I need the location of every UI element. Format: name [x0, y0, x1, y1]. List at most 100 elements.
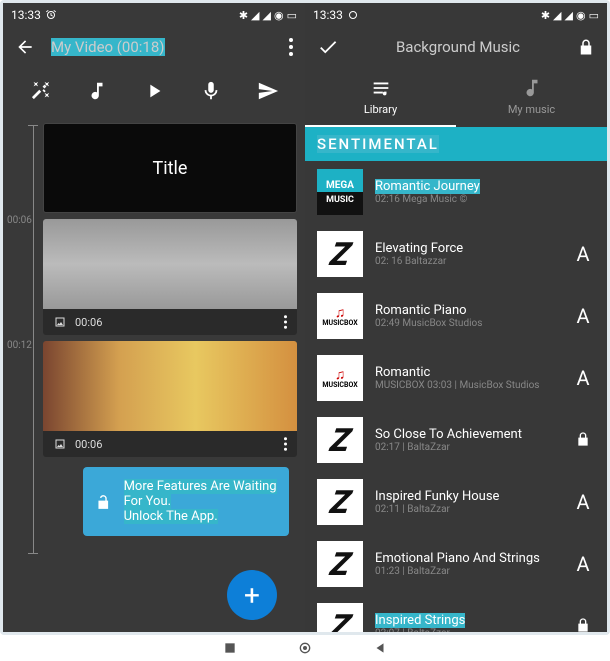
track-meta: 02: 16 Baltazzar: [375, 256, 559, 267]
track-meta: 02:17 | BaltaZzar: [375, 442, 559, 453]
music-library-screen: 13:33 ✱ ◢ ◢ ◉ ▭ Background Music Library: [305, 3, 607, 632]
clip-duration: 00:06: [75, 316, 102, 329]
image-icon: [53, 316, 67, 328]
track-row[interactable]: ♫MUSICBOX Romantic Piano02:49 MusicBox St…: [305, 285, 607, 347]
toolbar: [3, 67, 305, 115]
track-title: Emotional Piano And Strings: [375, 551, 559, 566]
status-bar: 13:33 ✱ ◢ ◢ ◉ ▭: [3, 3, 305, 27]
time-marker: 00:12: [7, 340, 32, 351]
home-icon[interactable]: [297, 640, 313, 656]
video-clip[interactable]: 00:06: [43, 219, 297, 335]
plus-icon: +: [244, 579, 260, 612]
unlock-icon: [95, 491, 112, 513]
back-icon[interactable]: [15, 37, 35, 57]
signal-icon: ◢: [553, 9, 561, 22]
alarm-icon: [347, 9, 359, 21]
signal-icon: ◢: [251, 9, 259, 22]
tabs: Library My music: [305, 67, 607, 127]
app-bar: My Video (00:18): [3, 27, 305, 67]
app-title: My Video (00:18): [51, 38, 165, 56]
track-thumbnail: ♫MUSICBOX: [317, 293, 363, 339]
track-meta: 01:23 | BaltaZzar: [375, 566, 559, 577]
track-row[interactable]: MEGAMUSICRomantic Journey02:16 Mega Musi…: [305, 161, 607, 223]
bluetooth-icon: ✱: [541, 9, 550, 22]
status-bar: 13:33 ✱ ◢ ◢ ◉ ▭: [305, 3, 607, 27]
track-row[interactable]: Inspired Funky House02:11 | BaltaZzar A: [305, 471, 607, 533]
track-lock-icon[interactable]: [571, 428, 595, 452]
track-info: Elevating Force02: 16 Baltazzar: [375, 241, 559, 267]
music-icon[interactable]: [86, 80, 108, 102]
back-nav-icon[interactable]: [373, 641, 387, 655]
track-lock-icon[interactable]: [571, 614, 595, 632]
track-row[interactable]: So Close To Achievement02:17 | BaltaZzar: [305, 409, 607, 471]
clip-thumbnail: [43, 219, 297, 309]
app-bar: Background Music: [305, 27, 607, 67]
track-meta: 02:07 | BaltaZzar: [375, 628, 559, 632]
track-action-button[interactable]: A: [571, 490, 595, 514]
track-row[interactable]: Emotional Piano And Strings01:23 | Balta…: [305, 533, 607, 595]
track-info: Romantic Piano02:49 MusicBox Studios: [375, 303, 559, 329]
bluetooth-icon: ✱: [239, 9, 248, 22]
track-meta: 02:49 MusicBox Studios: [375, 318, 559, 329]
tab-label: My music: [508, 103, 555, 116]
status-time: 13:33: [313, 8, 343, 22]
signal-icon: ◢: [263, 9, 271, 22]
clip-duration: 00:06: [75, 438, 102, 451]
clip-more-icon[interactable]: [284, 437, 287, 451]
signal-icon: ◢: [565, 9, 573, 22]
tab-label: Library: [364, 103, 397, 116]
track-title: Inspired Strings: [375, 613, 559, 628]
battery-icon: ▭: [287, 9, 297, 22]
video-clip[interactable]: 00:06: [43, 341, 297, 457]
track-info: RomanticMUSICBOX 03:03 | MusicBox Studio…: [375, 365, 559, 391]
timeline: 00:06 00:12 Title 00:06 00:06: [3, 115, 305, 554]
add-fab[interactable]: +: [227, 570, 277, 620]
track-action-button[interactable]: A: [571, 242, 595, 266]
video-editor-screen: 13:33 ✱ ◢ ◢ ◉ ▭ My Video (00:18): [3, 3, 305, 632]
lock-icon[interactable]: [577, 38, 595, 56]
unlock-text: More Features Are Waiting For You.: [124, 479, 277, 509]
track-meta: 02:11 | BaltaZzar: [375, 504, 559, 515]
recents-icon[interactable]: [223, 641, 237, 655]
status-time: 13:33: [11, 8, 41, 22]
track-row[interactable]: ♫MUSICBOX RomanticMUSICBOX 03:03 | MusicB…: [305, 347, 607, 409]
clip-more-icon[interactable]: [284, 315, 287, 329]
track-thumbnail: [317, 231, 363, 277]
title-clip[interactable]: Title: [43, 123, 297, 213]
tab-my-music[interactable]: My music: [456, 67, 607, 127]
track-action-button[interactable]: A: [571, 304, 595, 328]
unlock-text: Unlock The App.: [124, 509, 218, 524]
track-thumbnail: [317, 603, 363, 632]
image-icon: [53, 438, 67, 450]
clip-thumbnail: [43, 341, 297, 431]
track-thumbnail: [317, 479, 363, 525]
track-row[interactable]: Elevating Force02: 16 Baltazzar A: [305, 223, 607, 285]
title-clip-label: Title: [153, 158, 188, 179]
track-action-button[interactable]: A: [571, 366, 595, 390]
play-icon[interactable]: [143, 80, 165, 102]
more-icon[interactable]: [289, 38, 293, 56]
battery-icon: ▭: [589, 9, 599, 22]
track-title: Romantic Piano: [375, 303, 559, 318]
track-row[interactable]: Inspired Strings02:07 | BaltaZzar: [305, 595, 607, 632]
category-header: SENTIMENTAL: [305, 127, 607, 161]
track-info: Inspired Strings02:07 | BaltaZzar: [375, 613, 559, 632]
track-info: So Close To Achievement02:17 | BaltaZzar: [375, 427, 559, 453]
track-action-button[interactable]: A: [571, 552, 595, 576]
alarm-icon: [45, 9, 57, 21]
android-navbar: [0, 635, 610, 661]
track-title: Inspired Funky House: [375, 489, 559, 504]
unlock-banner[interactable]: More Features Are Waiting For You. Unloc…: [83, 467, 289, 536]
track-info: Inspired Funky House02:11 | BaltaZzar: [375, 489, 559, 515]
mic-icon[interactable]: [200, 80, 222, 102]
app-title: Background Music: [355, 38, 561, 56]
track-title: Elevating Force: [375, 241, 559, 256]
track-title: Romantic Journey: [375, 179, 559, 194]
wifi-icon: ◉: [576, 9, 586, 22]
confirm-icon[interactable]: [317, 36, 339, 58]
tab-library[interactable]: Library: [305, 67, 456, 127]
send-icon[interactable]: [257, 80, 279, 102]
timeline-ruler: [33, 125, 34, 554]
magic-wand-icon[interactable]: [29, 80, 51, 102]
track-thumbnail: ♫MUSICBOX: [317, 355, 363, 401]
